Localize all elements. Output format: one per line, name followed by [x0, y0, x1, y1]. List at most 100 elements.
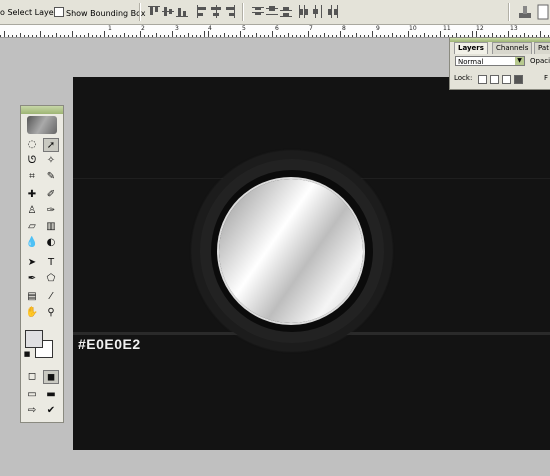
quick-mask-icon[interactable]: ◼ — [43, 370, 59, 384]
ruler-tick — [344, 35, 345, 37]
blur-icon[interactable]: 💧 — [24, 236, 40, 250]
ruler-tick — [312, 35, 313, 37]
path-selection-icon[interactable]: ➤ — [24, 256, 40, 270]
ruler-tick — [252, 35, 253, 37]
align-left-edges-icon[interactable] — [196, 5, 208, 19]
ruler-tick — [260, 35, 261, 37]
ruler-tick — [328, 35, 329, 37]
show-bounding-box-checkbox[interactable]: Show Bounding Box — [54, 7, 146, 19]
chevron-down-icon[interactable]: ▼ — [515, 57, 524, 65]
align-bottom-edges-icon[interactable] — [176, 5, 188, 19]
show-bounding-box-label: Show Bounding Box — [66, 9, 146, 18]
move-tool-icon[interactable]: ➚ — [43, 138, 59, 152]
shape-icon[interactable]: ⬠ — [43, 272, 59, 286]
ruler-tick — [180, 35, 181, 37]
auto-select-layer-checkbox[interactable]: o Select Layer — [0, 7, 57, 19]
ruler-tick — [184, 35, 185, 37]
document-icon[interactable] — [536, 3, 550, 21]
ruler-tick — [276, 35, 277, 37]
ruler-tick — [336, 35, 337, 37]
eraser-icon[interactable]: ▱ — [24, 220, 40, 234]
ruler-tick — [212, 35, 213, 37]
jump-to-imageready-icon[interactable]: ⇨ — [24, 404, 40, 418]
ruler-tick — [364, 35, 365, 37]
notes-icon[interactable]: ▤ — [24, 290, 40, 304]
edit-in-imageready-icon[interactable]: ✔ — [43, 404, 59, 418]
align-top-edges-icon[interactable] — [148, 5, 160, 19]
distribute-top-edges-icon[interactable] — [252, 5, 264, 19]
distribute-horizontal-centers-icon[interactable] — [312, 5, 324, 19]
align-vertical-centers-icon[interactable] — [162, 5, 174, 19]
toolbox-header[interactable] — [21, 106, 63, 114]
opacity-label: Opaci — [530, 57, 550, 65]
eyedropper-icon[interactable]: ⁄ — [43, 290, 59, 304]
ruler-tick — [420, 35, 421, 37]
blend-mode-select[interactable]: Normal ▼ — [455, 56, 525, 66]
foreground-color-swatch[interactable] — [25, 330, 43, 348]
healing-brush-icon[interactable]: ✚ — [24, 188, 40, 202]
magic-wand-icon[interactable]: ✧ — [43, 154, 59, 168]
ruler-tick — [380, 35, 381, 37]
align-right-edges-icon[interactable] — [224, 5, 236, 19]
distribute-right-edges-icon[interactable] — [326, 5, 338, 19]
ruler-tick — [268, 35, 269, 37]
ruler-tick — [100, 35, 101, 37]
ruler-tick — [152, 35, 153, 37]
standard-mode-icon[interactable]: ◻ — [24, 370, 40, 384]
ruler-tick — [316, 35, 317, 37]
default-colors-icon[interactable]: ■ — [23, 350, 31, 358]
ruler-tick — [108, 35, 109, 37]
lock-transparent-icon[interactable] — [478, 75, 487, 84]
ruler-tick — [324, 33, 325, 37]
ruler-tick — [176, 35, 177, 37]
ruler-number: 4 — [208, 25, 212, 32]
crop-icon[interactable]: ⌗ — [24, 170, 40, 184]
ruler-tick — [132, 35, 133, 37]
gradient-icon[interactable]: ▥ — [43, 220, 59, 234]
screen-mode-full-icon[interactable]: ▬ — [43, 388, 59, 402]
ruler-tick — [168, 35, 169, 37]
tab-channels[interactable]: Channels — [492, 42, 533, 54]
ruler-tick — [388, 35, 389, 37]
metallic-disc[interactable] — [219, 179, 363, 323]
clone-stamp-icon[interactable]: ♙ — [24, 204, 40, 218]
distribute-vertical-centers-icon[interactable] — [266, 5, 278, 19]
stamp-icon[interactable] — [516, 3, 534, 21]
type-tool-icon[interactable]: T — [43, 256, 59, 270]
ruler-tick — [124, 33, 125, 37]
lock-image-icon[interactable] — [490, 75, 499, 84]
distribute-left-edges-icon[interactable] — [298, 5, 310, 19]
tab-paths[interactable]: Pat — [534, 42, 550, 54]
lock-all-icon[interactable] — [514, 75, 523, 84]
lock-position-icon[interactable] — [502, 75, 511, 84]
zoom-icon[interactable]: ⚲ — [43, 306, 59, 320]
distribute-bottom-edges-icon[interactable] — [280, 5, 292, 19]
slice-icon[interactable]: ✎ — [43, 170, 59, 184]
ruler-tick — [288, 33, 289, 37]
ruler-tick — [52, 35, 53, 37]
history-brush-icon[interactable]: ✑ — [43, 204, 59, 218]
ruler-tick — [88, 33, 89, 37]
brush-icon[interactable]: ✐ — [43, 188, 59, 202]
tab-layers[interactable]: Layers — [454, 42, 488, 54]
document-canvas[interactable]: #E0E0E2 — [73, 77, 550, 450]
align-horizontal-centers-icon[interactable] — [210, 5, 222, 19]
ruler-tick — [16, 35, 17, 37]
dodge-icon[interactable]: ◐ — [43, 236, 59, 250]
ruler-tick — [292, 35, 293, 37]
ruler-tick — [204, 31, 205, 37]
ruler-tick — [148, 35, 149, 37]
blend-mode-value: Normal — [458, 58, 484, 66]
ruler-tick — [24, 35, 25, 37]
ruler-tick — [196, 35, 197, 37]
screen-mode-standard-icon[interactable]: ▭ — [24, 388, 40, 402]
hand-icon[interactable]: ✋ — [24, 306, 40, 320]
ruler-tick — [368, 35, 369, 37]
ruler-tick — [428, 35, 429, 37]
pen-icon[interactable]: ✒ — [24, 272, 40, 286]
lasso-icon[interactable]: ᘎ — [24, 154, 40, 168]
ruler-tick — [348, 35, 349, 37]
marquee-icon[interactable]: ◌ — [24, 138, 40, 152]
checkbox-box[interactable] — [54, 7, 64, 17]
photoshop-feather-icon[interactable] — [27, 116, 57, 134]
